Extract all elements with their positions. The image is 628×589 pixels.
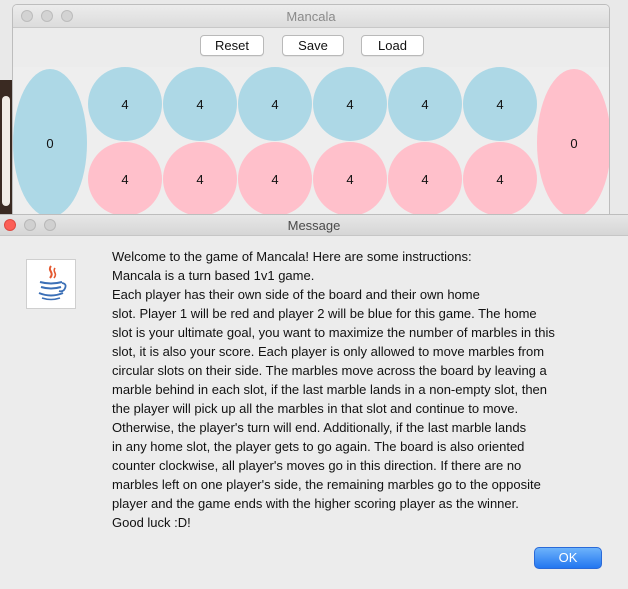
message-line: counter clockwise, all player's moves go…	[112, 458, 522, 473]
message-line: marble behind in each slot, if the last …	[112, 382, 548, 397]
message-line: Each player has their own side of the bo…	[112, 287, 480, 302]
message-line: Welcome to the game of Mancala! Here are…	[112, 249, 472, 264]
bottom-pit-2[interactable]: 4	[163, 142, 237, 215]
load-button[interactable]: Load	[361, 35, 424, 56]
ok-button[interactable]: OK	[534, 547, 602, 569]
message-line: Mancala is a turn based 1v1 game.	[112, 268, 315, 283]
message-line: slot. Player 1 will be red and player 2 …	[112, 306, 537, 321]
message-dialog: Message Welcome to the game of Mancala! …	[0, 214, 628, 589]
message-line: marbles left on one player's side, the r…	[112, 477, 541, 492]
message-line: slot is your ultimate goal, you want to …	[112, 325, 555, 340]
save-button[interactable]: Save	[282, 35, 344, 56]
top-pit-1[interactable]: 4	[88, 67, 162, 141]
left-home-store: 0	[13, 69, 87, 215]
message-line: Good luck :D!	[112, 515, 191, 530]
dialog-titlebar: Message	[0, 215, 628, 236]
top-pit-4[interactable]: 4	[313, 67, 387, 141]
bottom-pit-6[interactable]: 4	[463, 142, 537, 215]
top-pit-6[interactable]: 4	[463, 67, 537, 141]
message-line: Otherwise, the player's turn will end. A…	[112, 420, 527, 435]
mancala-board: 0 4 4 4 4 4 4 4 4 4 4 4 4 0	[13, 67, 609, 215]
top-pit-2[interactable]: 4	[163, 67, 237, 141]
bottom-pit-1[interactable]: 4	[88, 142, 162, 215]
reset-button[interactable]: Reset	[200, 35, 264, 56]
message-line: circular slots on their side. The marble…	[112, 363, 547, 378]
top-pit-3[interactable]: 4	[238, 67, 312, 141]
top-pit-5[interactable]: 4	[388, 67, 462, 141]
mancala-window: Mancala Reset Save Load 0 4 4 4 4 4 4 4 …	[12, 4, 610, 216]
bottom-pit-4[interactable]: 4	[313, 142, 387, 215]
dialog-title: Message	[287, 218, 341, 233]
mancala-titlebar: Mancala	[13, 5, 609, 28]
java-coffee-cup-icon	[26, 259, 76, 309]
message-line: in any home slot, the player gets to go …	[112, 439, 525, 454]
right-home-store: 0	[537, 69, 609, 215]
bottom-pit-3[interactable]: 4	[238, 142, 312, 215]
desktop-background-detail	[2, 96, 10, 206]
instructions-text: Welcome to the game of Mancala! Here are…	[112, 247, 612, 532]
window-title: Mancala	[286, 9, 336, 24]
bottom-pit-5[interactable]: 4	[388, 142, 462, 215]
message-line: slot, it is also your score. Each player…	[112, 344, 545, 359]
message-line: the player will pick up all the marbles …	[112, 401, 519, 416]
message-line: player and the game ends with the higher…	[112, 496, 519, 511]
